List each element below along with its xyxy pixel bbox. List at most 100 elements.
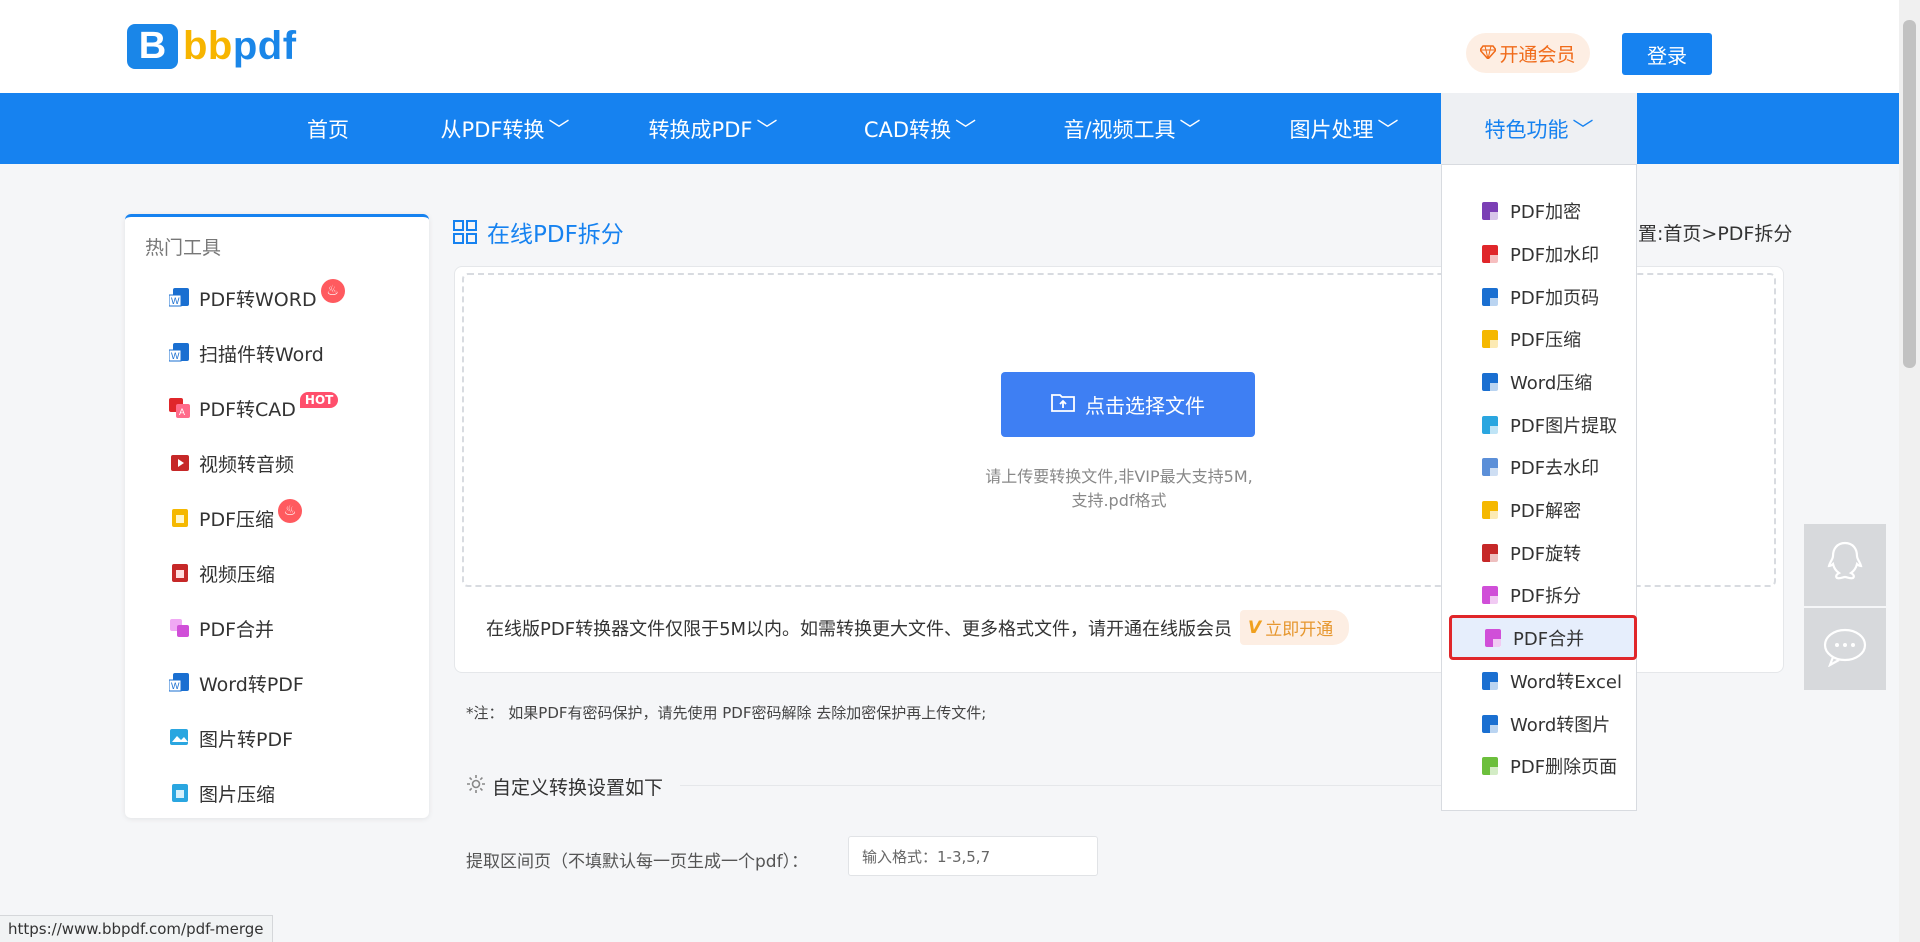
chevron-down-icon: ﹀ — [1179, 117, 1201, 142]
dropdown-item-word-to-image[interactable]: Word转图片 — [1442, 705, 1638, 743]
site-logo[interactable]: B bbpdf — [127, 24, 297, 69]
site-header: B bbpdf 开通会员 登录 — [0, 0, 1899, 93]
svg-text:W: W — [171, 681, 180, 691]
video-icon — [169, 452, 191, 474]
word-icon — [1482, 715, 1498, 733]
file-icon — [1482, 458, 1498, 476]
page-range-input[interactable]: 输入格式：1-3,5,7 — [848, 836, 1098, 876]
chevron-down-icon: ﹀ — [548, 117, 570, 142]
sidebar-item-video-compress[interactable]: 视频压缩 — [169, 558, 275, 588]
file-icon — [1482, 202, 1498, 220]
nav-item-features[interactable]: 特色功能 ﹀ — [1441, 93, 1637, 164]
dropdown-item-word-to-excel[interactable]: Word转Excel — [1442, 662, 1638, 700]
word-icon — [1482, 672, 1498, 690]
limit-note: 在线版PDF转换器文件仅限于5M以内。如需转换更大文件、更多格式文件，请开通在线… — [486, 610, 1350, 645]
dropdown-item-pdf-image-extract[interactable]: PDF图片提取 — [1442, 406, 1638, 444]
svg-text:W: W — [171, 296, 180, 306]
login-button[interactable]: 登录 — [1622, 33, 1712, 75]
vip-icon: V — [1248, 617, 1262, 638]
file-icon — [1485, 628, 1501, 647]
sidebar-item-video-to-audio[interactable]: 视频转音频 — [169, 448, 294, 478]
dropdown-item-pdf-split[interactable]: PDF拆分 — [1442, 576, 1638, 614]
file-icon — [1482, 544, 1498, 562]
qq-contact-button[interactable] — [1804, 524, 1886, 606]
svg-text:A: A — [179, 407, 185, 417]
open-vip-button[interactable]: 开通会员 — [1466, 33, 1590, 73]
page-title: 在线PDF拆分 — [453, 215, 624, 249]
image-icon — [1482, 416, 1498, 434]
dropdown-item-pdf-rotate[interactable]: PDF旋转 — [1442, 534, 1638, 572]
folder-upload-icon — [1051, 392, 1075, 417]
chevron-down-icon: ﹀ — [756, 117, 778, 142]
file-icon — [1482, 288, 1498, 306]
grid-icon — [453, 220, 477, 244]
fire-icon: ♨ — [320, 279, 345, 303]
sidebar-item-pdf-to-cad[interactable]: A PDF转CAD HOT — [169, 392, 339, 423]
dropdown-item-pdf-remove-watermark[interactable]: PDF去水印 — [1442, 448, 1638, 486]
sidebar-item-scan-to-word[interactable]: W 扫描件转Word — [168, 338, 324, 368]
nav-item-home[interactable]: 首页 — [290, 93, 366, 164]
breadcrumb: 置:首页>PDF拆分 — [1638, 223, 1793, 245]
scrollbar-thumb[interactable] — [1903, 20, 1916, 368]
logo-mark: B — [127, 24, 178, 69]
word-icon: W — [168, 287, 191, 309]
dropdown-item-pdf-delete-pages[interactable]: PDF删除页面 — [1442, 747, 1638, 785]
sidebar-item-image-compress[interactable]: 图片压缩 — [169, 778, 275, 808]
sidebar-item-image-to-pdf[interactable]: 图片转PDF — [169, 723, 293, 753]
file-icon — [1482, 757, 1498, 775]
sidebar-item-pdf-merge[interactable]: PDF合并 — [169, 613, 274, 643]
features-dropdown: PDF加密 PDF加水印 PDF加页码 PDF压缩 Word压缩 PDF图片提取… — [1441, 164, 1637, 811]
nav-item-audio-video[interactable]: 音/视频工具 ﹀ — [1056, 93, 1208, 164]
dropdown-item-pdf-compress[interactable]: PDF压缩 — [1442, 320, 1638, 358]
compress-icon — [169, 507, 191, 529]
merge-icon — [169, 617, 191, 639]
nav-item-image[interactable]: 图片处理 ﹀ — [1278, 93, 1410, 164]
sidebar-item-pdf-to-word[interactable]: W PDF转WORD ♨ — [168, 279, 345, 313]
chevron-down-icon: ﹀ — [955, 117, 977, 142]
range-label: 提取区间页（不填默认每一页生成一个pdf）： — [466, 852, 809, 872]
open-vip-label: 开通会员 — [1499, 43, 1576, 66]
status-bar-url: https://www.bbpdf.com/pdf-merge — [0, 915, 273, 942]
password-footnote: *注： 如果PDF有密码保护，请先使用 PDF密码解除 去除加密保护再上传文件; — [466, 704, 987, 722]
main-nav: 首页 从PDF转换 ﹀ 转换成PDF ﹀ CAD转换 ﹀ 音/视频工具 ﹀ 图片处理 ﹀ … — [0, 93, 1899, 164]
dropdown-item-pdf-merge[interactable]: PDF合并 — [1449, 615, 1637, 660]
settings-title: 自定义转换设置如下 — [466, 773, 663, 800]
diamond-icon — [1479, 42, 1498, 64]
sidebar-item-word-to-pdf[interactable]: W Word转PDF — [168, 668, 304, 698]
cad-icon: A — [169, 397, 191, 419]
file-icon — [1482, 330, 1498, 348]
chat-icon — [1823, 627, 1867, 671]
chevron-down-icon: ﹀ — [1377, 117, 1399, 142]
chevron-down-icon: ﹀ — [1572, 117, 1594, 142]
image-icon — [169, 782, 191, 804]
svg-text:W: W — [171, 351, 180, 361]
hot-badge: HOT — [299, 392, 339, 408]
hot-tools-sidebar: 热门工具 W PDF转WORD ♨ W 扫描件转Word A PDF转CAD H… — [125, 214, 429, 818]
divider — [680, 785, 1450, 786]
qq-icon — [1824, 540, 1866, 590]
choose-file-button[interactable]: 点击选择文件 — [1001, 372, 1255, 437]
video-icon — [169, 562, 191, 584]
file-icon — [1482, 245, 1498, 263]
sidebar-title: 热门工具 — [145, 237, 222, 259]
chat-contact-button[interactable] — [1804, 608, 1886, 690]
file-icon — [1482, 501, 1498, 519]
open-vip-now-button[interactable]: V 立即开通 — [1240, 610, 1350, 645]
gear-icon — [466, 774, 486, 799]
word-icon: W — [168, 342, 191, 364]
dropdown-item-pdf-decrypt[interactable]: PDF解密 — [1442, 491, 1638, 529]
file-icon — [1482, 373, 1498, 391]
file-icon — [1482, 586, 1498, 604]
nav-item-from-pdf[interactable]: 从PDF转换 ﹀ — [430, 93, 580, 164]
dropdown-item-word-compress[interactable]: Word压缩 — [1442, 363, 1638, 401]
dropdown-item-pdf-watermark[interactable]: PDF加水印 — [1442, 235, 1638, 273]
sidebar-item-pdf-compress[interactable]: PDF压缩 ♨ — [169, 499, 303, 533]
dropdown-item-pdf-encrypt[interactable]: PDF加密 — [1442, 192, 1638, 230]
word-icon: W — [168, 672, 191, 694]
dropdown-item-pdf-page-number[interactable]: PDF加页码 — [1442, 278, 1638, 316]
nav-item-to-pdf[interactable]: 转换成PDF ﹀ — [645, 93, 781, 164]
logo-text: bbpdf — [183, 24, 297, 68]
image-icon — [169, 727, 191, 749]
nav-item-cad[interactable]: CAD转换 ﹀ — [858, 93, 982, 164]
fire-icon: ♨ — [278, 499, 303, 523]
